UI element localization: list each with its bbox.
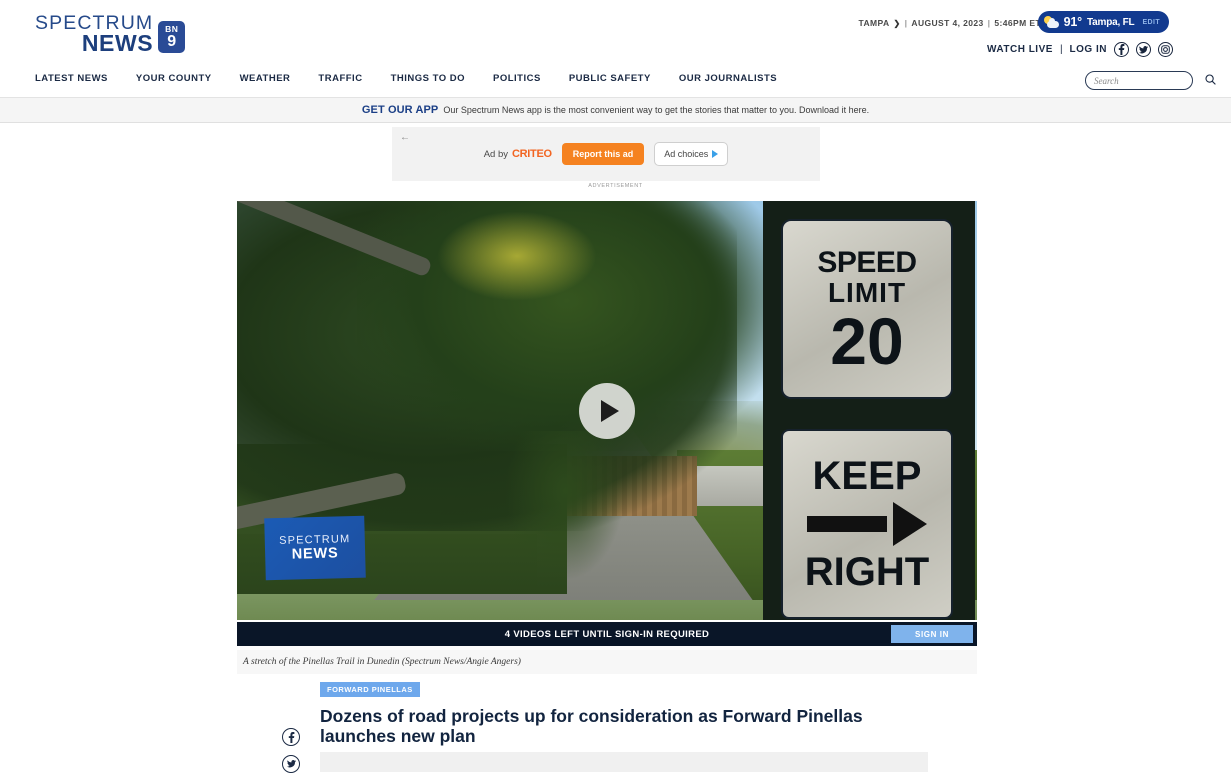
play-triangle (600, 399, 619, 422)
report-ad-button[interactable]: Report this ad (561, 143, 645, 165)
ad-attribution: Ad by CRITEO (484, 148, 552, 160)
utility-divider: | (1059, 44, 1063, 55)
meta-separator-1: | (904, 18, 908, 28)
video-caption: A stretch of the Pinellas Trail in Duned… (243, 657, 521, 667)
app-banner-title: GET OUR APP (361, 104, 439, 116)
video-watermark: SPECTRUM NEWS (264, 515, 366, 581)
app-promo-banner[interactable]: GET OUR APP Our Spectrum News app is the… (0, 98, 1231, 123)
nav-items: LATEST NEWS YOUR COUNTY WEATHER TRAFFIC … (35, 73, 777, 84)
video-yellow-foliage (437, 211, 597, 301)
ad-choices-button[interactable]: Ad choices (654, 142, 729, 166)
article-tag-badge[interactable]: FORWARD PINELLAS (320, 682, 420, 697)
site-logo[interactable]: SPECTRUM NEWS BN 9 (35, 13, 186, 56)
site-header: SPECTRUM NEWS BN 9 TAMPA ❯ | AUGUST 4, 2… (0, 0, 1231, 68)
keep-sign-line1: KEEP (812, 454, 922, 498)
weather-widget[interactable]: 91° Tampa, FL EDIT (1037, 11, 1169, 33)
nav-item-our-journalists[interactable]: OUR JOURNALISTS (679, 73, 777, 84)
logo-channel-badge: BN 9 (158, 21, 186, 54)
logo-badge-number: 9 (167, 33, 177, 51)
advertisement-label: ADVERTISEMENT (588, 183, 643, 189)
facebook-share-icon[interactable] (282, 728, 300, 746)
log-in-link[interactable]: LOG IN (1070, 44, 1107, 55)
video-palm (505, 431, 625, 581)
search-box[interactable] (1085, 71, 1216, 90)
videos-left-message: 4 VIDEOS LEFT UNTIL SIGN-IN REQUIRED (504, 628, 710, 640)
speed-sign-value: 20 (830, 303, 904, 378)
nav-item-weather[interactable]: WEATHER (240, 73, 291, 84)
share-column (282, 728, 300, 773)
meta-separator-2: | (987, 18, 991, 28)
article-body-placeholder (320, 752, 928, 772)
primary-navigation: LATEST NEWS YOUR COUNTY WEATHER TRAFFIC … (0, 68, 1231, 98)
watch-live-link[interactable]: WATCH LIVE (987, 44, 1053, 55)
region-label[interactable]: TAMPA (859, 18, 890, 28)
keep-sign-line2: RIGHT (804, 550, 930, 594)
weather-temperature: 91° (1063, 15, 1083, 29)
watermark-spectrum-text: SPECTRUM (278, 533, 351, 547)
keep-right-sign: KEEP RIGHT (781, 429, 953, 619)
nav-item-politics[interactable]: POLITICS (493, 73, 541, 84)
search-input[interactable] (1094, 75, 1205, 86)
speed-sign-line1: SPEED (817, 245, 917, 279)
article-headline: Dozens of road projects up for considera… (320, 706, 863, 746)
ad-container[interactable]: ← Ad by CRITEO Report this ad Ad choices (392, 127, 820, 181)
video-caption-bar: A stretch of the Pinellas Trail in Duned… (237, 650, 977, 674)
search-icon[interactable] (1205, 72, 1216, 90)
video-player[interactable]: SPECTRUM NEWS SPEED LIMIT 20 KEEP RIGHT (237, 201, 977, 620)
video-road-signs: SPEED LIMIT 20 KEEP RIGHT (755, 201, 977, 620)
header-utility-row: WATCH LIVE | LOG IN (987, 42, 1173, 57)
logo-wordmark: SPECTRUM NEWS (35, 13, 154, 56)
weather-edit-link[interactable]: EDIT (1142, 19, 1160, 26)
nav-item-traffic[interactable]: TRAFFIC (318, 73, 362, 84)
ad-choices-label: Ad choices (664, 149, 709, 159)
speed-sign-line2: LIMIT (827, 276, 907, 308)
speed-limit-sign: SPEED LIMIT 20 (781, 219, 953, 399)
watermark-news-text: NEWS (291, 545, 339, 563)
chevron-right-icon[interactable]: ❯ (894, 19, 901, 28)
current-date: AUGUST 4, 2023 (911, 18, 984, 28)
instagram-icon[interactable] (1158, 42, 1173, 57)
app-banner-text: Our Spectrum News app is the most conven… (443, 105, 870, 115)
nav-item-latest-news[interactable]: LATEST NEWS (35, 73, 108, 84)
logo-news-text: NEWS (81, 29, 154, 56)
header-meta: TAMPA ❯ | AUGUST 4, 2023 | 5:46PM ET (859, 18, 1041, 28)
advertisement-zone: ← Ad by CRITEO Report this ad Ad choices… (0, 123, 1231, 201)
nav-item-public-safety[interactable]: PUBLIC SAFETY (569, 73, 651, 84)
twitter-share-icon[interactable] (282, 755, 300, 773)
ad-choices-icon (712, 150, 719, 158)
play-icon[interactable] (579, 382, 635, 439)
sun-cloud-icon (1043, 15, 1059, 29)
arrow-right-icon (807, 502, 927, 546)
nav-item-things-to-do[interactable]: THINGS TO DO (391, 73, 465, 84)
current-time: 5:46PM ET (994, 18, 1041, 28)
facebook-icon[interactable] (1114, 42, 1129, 57)
ad-network-name: CRITEO (511, 148, 552, 160)
twitter-icon[interactable] (1136, 42, 1151, 57)
weather-location: Tampa, FL (1086, 16, 1135, 28)
sign-in-button[interactable]: SIGN IN (891, 625, 973, 643)
back-arrow-icon[interactable]: ← (400, 132, 410, 143)
nav-item-your-county[interactable]: YOUR COUNTY (136, 73, 212, 84)
video-signin-bar: 4 VIDEOS LEFT UNTIL SIGN-IN REQUIRED SIG… (237, 622, 977, 646)
ad-by-label: Ad by (483, 148, 508, 160)
